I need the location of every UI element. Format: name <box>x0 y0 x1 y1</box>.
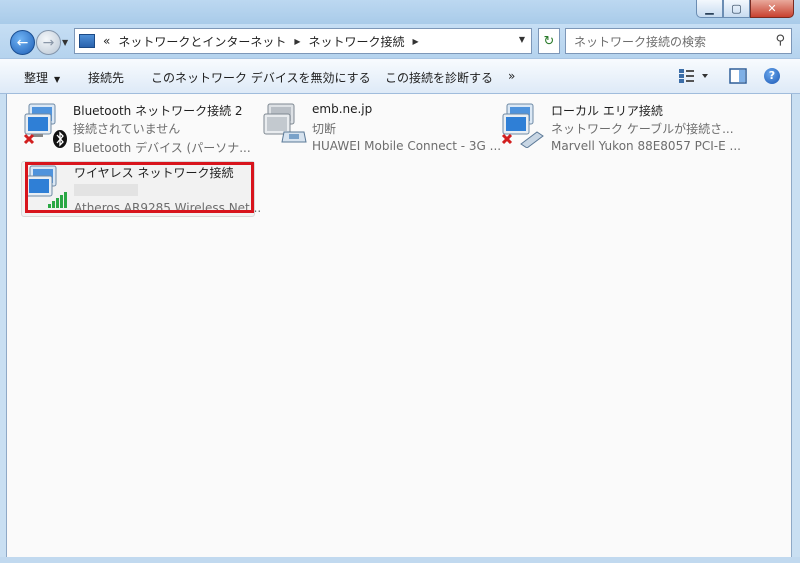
redacted-network-name <box>74 184 138 196</box>
connection-name: ワイヤレス ネットワーク接続 <box>74 166 234 180</box>
search-icon[interactable]: ⚲ <box>775 33 785 48</box>
refresh-button[interactable]: ↻ <box>538 28 560 54</box>
connection-device: HUAWEI Mobile Connect - 3G ... <box>312 139 502 153</box>
connection-name: emb.ne.jp <box>312 102 373 116</box>
preview-pane-button[interactable] <box>729 68 747 87</box>
network-folder-icon <box>79 34 95 48</box>
window-controls: ▁ ▢ ✕ <box>696 0 794 18</box>
connection-device: Bluetooth デバイス (パーソナ... <box>73 141 251 155</box>
preview-pane-icon <box>729 68 747 84</box>
address-dropdown-icon[interactable]: ▼ <box>519 35 525 44</box>
connection-status: ネットワーク ケーブルが接続さ... <box>551 122 734 136</box>
connection-device: Marvell Yukon 88E8057 PCI-E ... <box>551 139 741 153</box>
wireless-network-icon <box>25 165 67 208</box>
disable-device-button[interactable]: このネットワーク デバイスを無効にする <box>151 69 371 86</box>
address-prefix[interactable]: « <box>103 34 110 48</box>
help-button[interactable]: ? <box>764 68 780 84</box>
search-input[interactable] <box>572 30 766 54</box>
recent-pages-dropdown[interactable]: ▼ <box>62 38 68 47</box>
forward-button[interactable]: → <box>36 30 61 55</box>
connection-item-emb[interactable]: emb.ne.jp 切断 HUAWEI Mobile Connect - 3G … <box>260 100 501 154</box>
navigation-bar: ← → ▼ « ネットワークとインターネット ▶ ネットワーク接続 ▶ ▼ ↻ … <box>0 24 800 58</box>
connection-name: Bluetooth ネットワーク接続 2 <box>73 104 243 118</box>
connection-item-wireless[interactable]: ワイヤレス ネットワーク接続 Atheros AR9285 Wireless N… <box>21 161 261 217</box>
connect-to-button[interactable]: 接続先 <box>88 69 124 86</box>
breadcrumb-chevron-icon[interactable]: ▶ <box>413 37 419 46</box>
close-button[interactable]: ✕ <box>750 0 794 18</box>
breadcrumb-chevron-icon[interactable]: ▶ <box>294 37 300 46</box>
breadcrumb-network-internet[interactable]: ネットワークとインターネット <box>118 33 286 50</box>
title-bar: ▁ ▢ ✕ <box>0 0 800 24</box>
connection-device: Atheros AR9285 Wireless Net... <box>74 201 262 215</box>
more-commands-button[interactable]: » <box>508 69 515 83</box>
search-box[interactable]: ⚲ <box>565 28 792 54</box>
connection-status: 接続されていません <box>73 122 181 136</box>
help-icon: ? <box>764 68 780 84</box>
organize-label: 整理 <box>24 71 49 85</box>
connection-item-local-area[interactable]: ローカル エリア接続 ネットワーク ケーブルが接続さ... Marvell Yu… <box>499 100 741 154</box>
organize-menu[interactable]: 整理 ▼ <box>24 69 60 86</box>
diagnose-button[interactable]: この接続を診断する <box>385 69 493 86</box>
connection-item-bluetooth[interactable]: Bluetooth ネットワーク接続 2 接続されていません Bluetooth… <box>21 100 253 155</box>
modem-network-icon <box>263 103 307 143</box>
view-options-icon <box>679 69 708 83</box>
breadcrumb-network-connections[interactable]: ネットワーク接続 <box>309 33 405 50</box>
bluetooth-network-icon <box>23 103 67 148</box>
connection-status: 切断 <box>312 122 337 136</box>
connections-list: Bluetooth ネットワーク接続 2 接続されていません Bluetooth… <box>6 94 792 557</box>
chevron-down-icon: ▼ <box>54 75 61 84</box>
window-bottom-border <box>0 557 800 563</box>
maximize-button[interactable]: ▢ <box>723 0 750 18</box>
connection-name: ローカル エリア接続 <box>551 104 663 118</box>
minimize-button[interactable]: ▁ <box>696 0 723 18</box>
change-view-button[interactable] <box>678 68 708 87</box>
back-button[interactable]: ← <box>10 30 35 55</box>
lan-network-icon <box>501 103 544 148</box>
address-bar[interactable]: « ネットワークとインターネット ▶ ネットワーク接続 ▶ ▼ <box>74 28 532 54</box>
command-bar: 整理 ▼ 接続先 このネットワーク デバイスを無効にする この接続を診断する » … <box>0 58 800 94</box>
